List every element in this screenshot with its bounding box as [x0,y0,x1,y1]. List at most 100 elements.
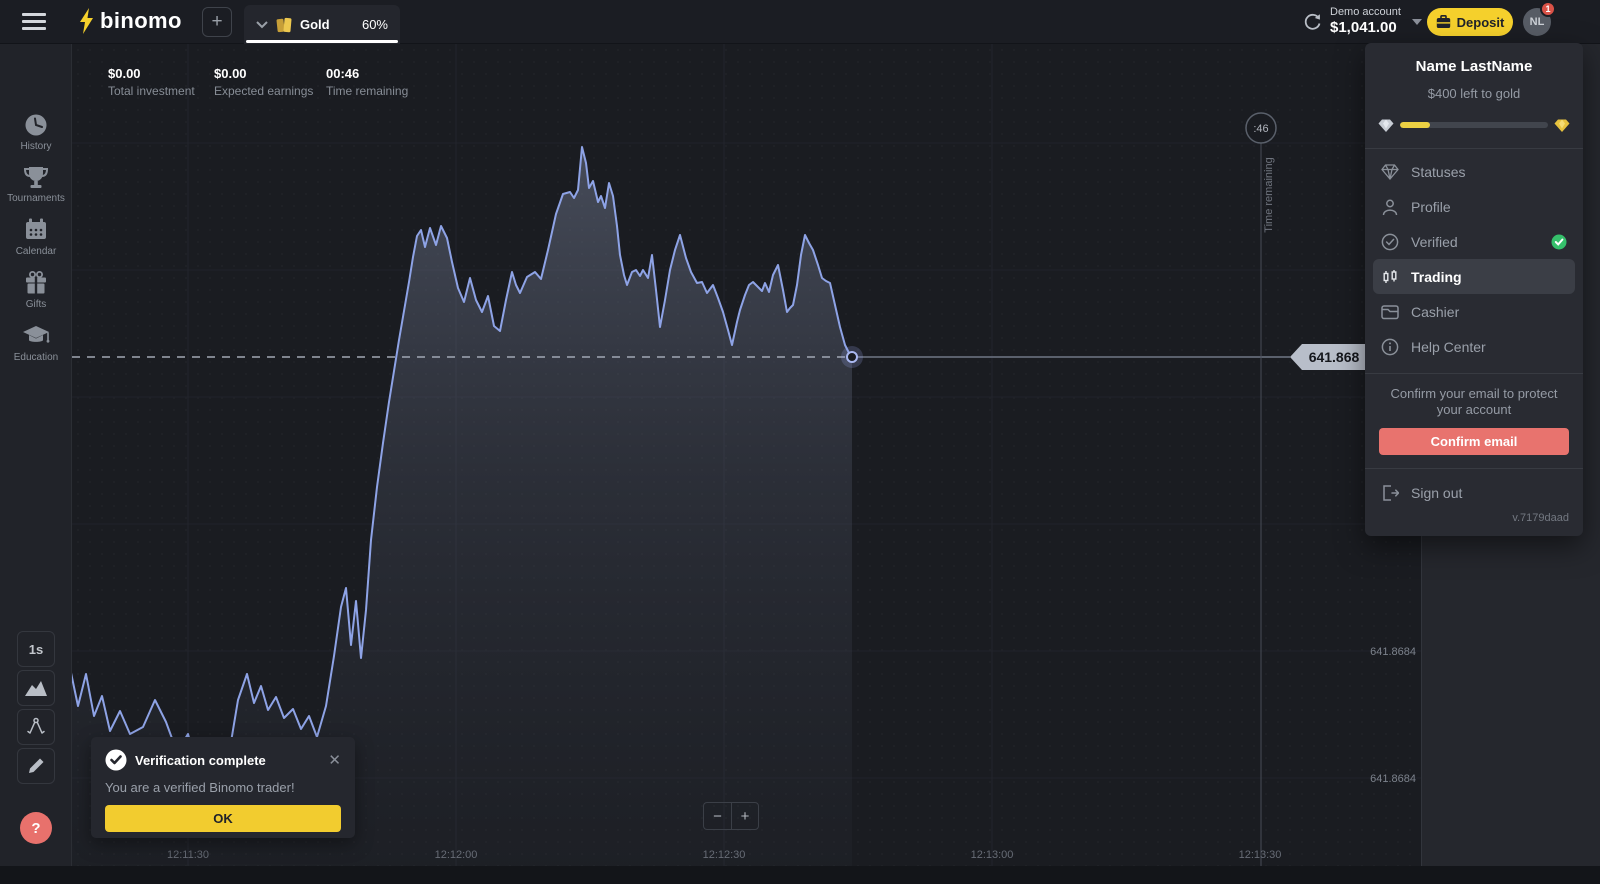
gift-icon [23,270,49,296]
sidebar-item-label: Tournaments [0,193,72,204]
sidebar-item-calendar[interactable]: Calendar [0,217,72,257]
zoom-in-button[interactable]: + [731,802,759,830]
stat-time-remaining: 00:46 Time remaining [326,66,408,98]
active-tab-underline [246,40,398,43]
mountain-chart-icon [25,680,47,696]
deadline-axis-label: Time remaining [1263,157,1275,232]
gem-icon [1381,164,1399,180]
toast-body: You are a verified Binomo trader! [105,780,341,795]
sidebar: History Tournaments Calendar [0,44,72,866]
zoom-out-button[interactable]: − [703,802,731,830]
progress-track [1400,122,1548,128]
profile-name: Name LastName [1365,58,1583,75]
chevron-down-icon [256,21,268,29]
sidebar-item-label: Education [0,352,72,363]
close-icon[interactable]: ✕ [328,753,341,768]
toast-ok-button[interactable]: OK [105,805,341,832]
briefcase-icon [1436,15,1451,29]
bolt-icon [78,8,95,34]
stat-label: Total investment [108,84,195,98]
menu-item-label: Profile [1411,199,1451,215]
menu-item-help-center[interactable]: Help Center [1373,329,1575,364]
menu-item-label: Trading [1411,269,1462,285]
gold-bars-icon [276,16,292,33]
account-balance: $1,041.00 [1330,19,1401,36]
verification-toast: Verification complete ✕ You are a verifi… [91,737,355,838]
wallet-icon [1381,304,1399,320]
menu-item-label: Verified [1411,234,1539,250]
sidebar-item-history[interactable]: History [0,112,72,152]
chart-type-button[interactable] [17,670,55,706]
deposit-button[interactable]: Deposit [1427,8,1513,36]
profile-menu: Statuses Profile Verified [1365,149,1583,369]
trophy-icon [23,164,49,190]
svg-text:641.8684: 641.8684 [1370,646,1416,658]
svg-text:12:12:00: 12:12:00 [435,849,478,861]
sidebar-item-label: Calendar [0,246,72,257]
check-circle-icon [105,749,127,771]
menu-item-verified[interactable]: Verified [1373,224,1575,259]
graduation-cap-icon [22,323,50,349]
app-version: v.7179daad [1365,510,1583,528]
menu-item-statuses[interactable]: Statuses [1373,154,1575,189]
info-circle-icon [1381,338,1399,356]
account-type: Demo account [1330,6,1401,18]
sidebar-item-label: History [0,141,72,152]
account-caret-icon [1412,19,1422,25]
svg-text:12:13:00: 12:13:00 [971,849,1014,861]
indicators-button[interactable] [17,709,55,745]
gold-gem-icon [1554,119,1570,132]
person-icon [1381,198,1399,216]
silver-gem-icon [1378,119,1394,132]
calendar-icon [23,217,49,243]
account-switcher[interactable]: Demo account $1,041.00 [1330,6,1401,36]
candlestick-icon [1381,268,1399,286]
profile-popover: Name LastName $400 left to gold Statuses [1365,43,1583,536]
sidebar-item-tournaments[interactable]: Tournaments [0,164,72,204]
menu-item-trading[interactable]: Trading [1373,259,1575,294]
chart-zoom-controls: − + [703,802,759,830]
menu-item-label: Statuses [1411,164,1465,180]
stat-value: $0.00 [108,66,195,81]
logo-text: binomo [100,8,182,34]
menu-item-label: Help Center [1411,339,1486,355]
confirm-email-note: Confirm your email to protect your accou… [1365,374,1583,417]
check-circle-outline-icon [1381,233,1399,251]
help-button[interactable]: ? [20,812,52,844]
svg-text::46: :46 [1253,123,1268,135]
sidebar-item-label: Gifts [0,299,72,310]
timeframe-button[interactable]: 1s [17,631,55,667]
sign-out-label: Sign out [1411,485,1462,501]
sidebar-item-education[interactable]: Education [0,323,72,363]
binomo-app: :46Time remaining12:11:3012:12:0012:12:3… [0,0,1600,884]
verified-check-badge [1551,234,1567,250]
refresh-icon[interactable] [1302,11,1323,32]
svg-text:641.8684: 641.8684 [1370,773,1416,785]
deposit-label: Deposit [1457,15,1505,30]
sidebar-item-gifts[interactable]: Gifts [0,270,72,310]
menu-item-profile[interactable]: Profile [1373,189,1575,224]
svg-text:12:13:30: 12:13:30 [1239,849,1282,861]
y-axis-ticks: 641.8684 641.8684 [1370,646,1416,785]
bottom-band [0,866,1600,884]
current-price-tag: 641.868 [1290,344,1366,370]
countdown-badge: :46 [1246,113,1276,143]
menu-item-label: Cashier [1411,304,1459,320]
toast-title: Verification complete [135,753,320,768]
stat-value: $0.00 [214,66,313,81]
svg-text:12:11:30: 12:11:30 [167,849,209,861]
status-progress [1365,115,1583,135]
asset-payout: 60% [362,17,388,32]
compass-icon [26,717,46,737]
divider [1365,468,1583,469]
progress-fill [1400,122,1430,128]
sign-out-button[interactable]: Sign out [1373,475,1575,510]
drawing-tools-button[interactable] [17,748,55,784]
add-asset-button[interactable]: + [202,7,232,37]
confirm-email-button[interactable]: Confirm email [1379,428,1569,455]
asset-tab-gold[interactable]: Gold 60% [244,5,400,44]
menu-button[interactable] [22,13,48,31]
menu-item-cashier[interactable]: Cashier [1373,294,1575,329]
topbar: binomo + Gold 60% Demo account $1,041.00 [0,0,1600,44]
current-price-point [841,346,863,368]
